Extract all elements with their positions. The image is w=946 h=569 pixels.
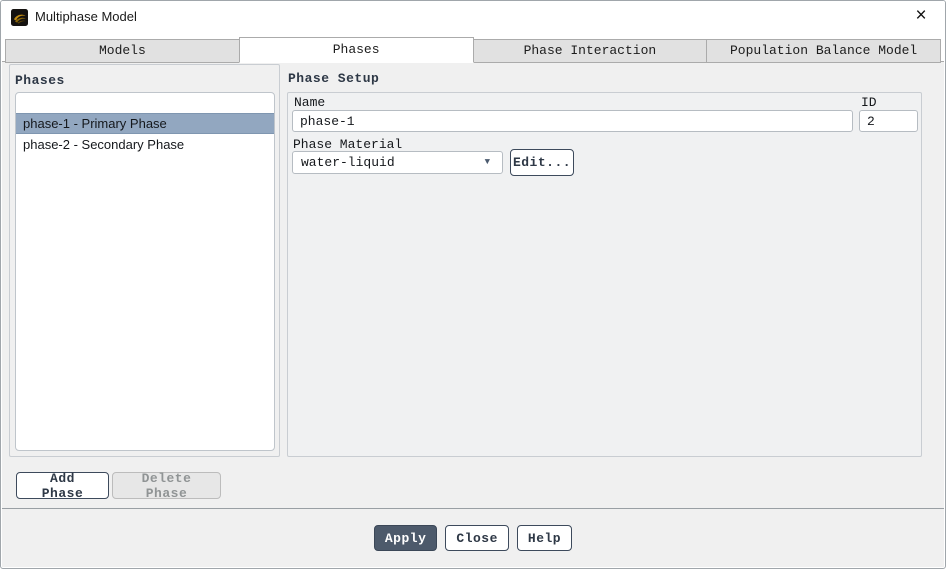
id-label: ID: [861, 95, 877, 110]
tab-phase-interaction[interactable]: Phase Interaction: [473, 39, 708, 63]
chevron-down-icon: ▼: [485, 152, 490, 173]
tab-population-balance-model[interactable]: Population Balance Model: [706, 39, 941, 63]
window-title: Multiphase Model: [35, 9, 137, 24]
title-bar: Multiphase Model ×: [1, 1, 945, 35]
phases-tab-pane: Phases phase-1 - Primary Phase phase-2 -…: [2, 61, 944, 509]
close-icon[interactable]: ×: [908, 3, 934, 29]
add-phase-button[interactable]: Add Phase: [16, 472, 109, 499]
multiphase-model-dialog: Multiphase Model × Models Phases Phase I…: [0, 0, 946, 569]
phases-heading: Phases: [15, 73, 65, 88]
list-item-phase-2[interactable]: phase-2 - Secondary Phase: [16, 134, 274, 155]
list-item-phase-1[interactable]: phase-1 - Primary Phase: [16, 113, 274, 134]
name-input[interactable]: [292, 110, 853, 132]
phase-setup-heading: Phase Setup: [288, 71, 379, 86]
fluent-logo-icon: [11, 9, 28, 26]
apply-button[interactable]: Apply: [374, 525, 438, 551]
phase-material-label: Phase Material: [293, 137, 402, 152]
tab-phases[interactable]: Phases: [239, 37, 474, 63]
delete-phase-button: Delete Phase: [112, 472, 221, 499]
phase-material-value: water-liquid: [301, 155, 395, 170]
phases-panel: Phases phase-1 - Primary Phase phase-2 -…: [9, 64, 280, 457]
help-button[interactable]: Help: [517, 525, 572, 551]
dialog-footer: Apply Close Help: [2, 508, 944, 567]
name-label: Name: [294, 95, 325, 110]
phase-setup-box: Name ID Phase Material water-liquid ▼ Ed…: [287, 92, 922, 457]
phase-list[interactable]: phase-1 - Primary Phase phase-2 - Second…: [15, 92, 275, 451]
id-input[interactable]: [859, 110, 918, 132]
close-button[interactable]: Close: [445, 525, 509, 551]
tab-bar: Models Phases Phase Interaction Populati…: [5, 37, 941, 63]
tab-models[interactable]: Models: [5, 39, 240, 63]
edit-material-button[interactable]: Edit...: [510, 149, 574, 176]
phase-material-select[interactable]: water-liquid ▼: [292, 151, 503, 174]
